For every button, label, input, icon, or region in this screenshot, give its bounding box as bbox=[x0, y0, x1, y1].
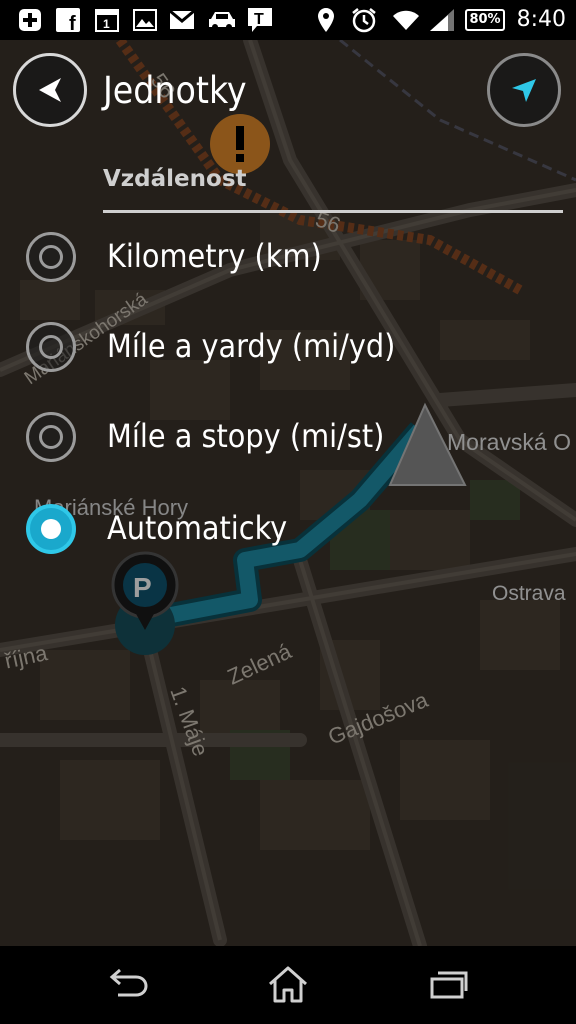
status-bar: f 1 T 80% 8:40 bbox=[0, 0, 576, 40]
back-arrow-icon bbox=[39, 78, 61, 102]
radio-kilometers[interactable] bbox=[26, 232, 76, 282]
fb-letter: f bbox=[69, 13, 76, 32]
section-header: Vzdálenost bbox=[103, 166, 247, 192]
clock: 8:40 bbox=[516, 7, 566, 32]
home-icon[interactable] bbox=[264, 964, 312, 1004]
alarm-icon bbox=[350, 6, 378, 34]
option-label: Automaticky bbox=[107, 509, 288, 547]
car-icon bbox=[206, 6, 238, 34]
option-kilometers[interactable]: Kilometry (km) bbox=[0, 218, 576, 298]
option-miles-feet[interactable]: Míle a stopy (mi/st) bbox=[0, 398, 576, 478]
t-letter: T bbox=[254, 11, 264, 28]
back-button[interactable] bbox=[13, 53, 87, 127]
calendar-icon: 1 bbox=[93, 6, 121, 34]
screen: f 1 T 80% 8:40 P 56 56 Mariánskohorská M… bbox=[0, 0, 576, 1024]
location-pin-icon bbox=[314, 6, 338, 34]
option-automatic[interactable]: Automaticky bbox=[0, 490, 576, 570]
gmail-icon bbox=[168, 6, 196, 34]
option-label: Kilometry (km) bbox=[107, 237, 322, 275]
radio-automatic-selected[interactable] bbox=[26, 504, 76, 554]
wifi-icon bbox=[391, 6, 421, 34]
image-icon bbox=[131, 6, 159, 34]
option-label: Míle a stopy (mi/st) bbox=[107, 417, 385, 455]
option-label: Míle a yardy (mi/yd) bbox=[107, 327, 396, 365]
radio-miles-feet[interactable] bbox=[26, 412, 76, 462]
option-miles-yards[interactable]: Míle a yardy (mi/yd) bbox=[0, 308, 576, 388]
page-title: Jednotky bbox=[103, 69, 247, 112]
back-icon[interactable] bbox=[104, 964, 152, 1004]
system-nav-bar bbox=[0, 946, 576, 1024]
section-divider bbox=[103, 210, 563, 213]
signal-icon bbox=[428, 6, 456, 34]
t-message-icon: T bbox=[246, 6, 274, 34]
battery-icon: 80% bbox=[465, 9, 505, 31]
calendar-day: 1 bbox=[103, 17, 110, 31]
facebook-icon: f bbox=[54, 6, 82, 34]
recents-icon[interactable] bbox=[424, 964, 472, 1004]
navigation-button[interactable] bbox=[487, 53, 561, 127]
navigation-arrow-icon bbox=[512, 79, 536, 102]
radio-miles-yards[interactable] bbox=[26, 322, 76, 372]
plus-icon bbox=[16, 6, 44, 34]
